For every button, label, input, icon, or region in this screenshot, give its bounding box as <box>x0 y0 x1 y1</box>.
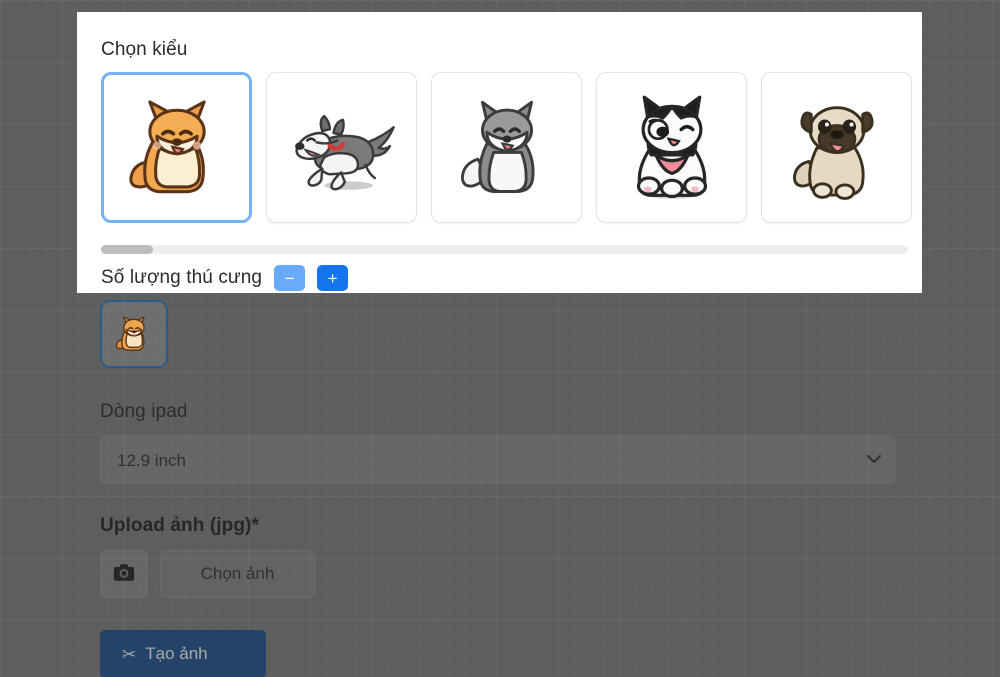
shiba-sitting-icon <box>115 316 145 351</box>
create-image-label: Tạo ảnh <box>145 644 208 663</box>
pug-sitting-icon <box>792 105 874 200</box>
choose-image-button[interactable]: Chọn ảnh <box>160 550 315 598</box>
style-card-strip[interactable] <box>101 72 922 227</box>
ipad-model-label: Dòng ipad <box>100 401 188 422</box>
pet-count-row: Số lượng thú cưng − + <box>101 265 349 291</box>
style-card-shiba-sitting[interactable] <box>101 72 252 223</box>
pet-count-label: Số lượng thú cưng <box>101 267 263 288</box>
style-card-husky-black-white[interactable] <box>596 72 747 223</box>
style-card-pug-sitting[interactable] <box>761 72 912 223</box>
panel-title: Chọn kiểu <box>101 39 188 60</box>
form-fields: Dòng ipad 12.9 inch Upload ảnh (jpg)* Ch… <box>100 300 900 677</box>
selected-pet-thumbnail[interactable] <box>100 300 168 368</box>
scissors-icon: ✂ <box>122 644 137 664</box>
shiba-sitting-icon <box>128 99 206 193</box>
husky-sitting-gray-icon <box>460 100 534 193</box>
selected-pet-thumbnails <box>100 300 900 368</box>
create-image-button[interactable]: ✂ Tạo ảnh <box>100 630 266 677</box>
style-card-husky-sitting-gray[interactable] <box>431 72 582 223</box>
increment-pet-count-button[interactable]: + <box>317 265 349 291</box>
app-root: Dòng ipad 12.9 inch Upload ảnh (jpg)* Ch… <box>0 0 1000 677</box>
husky-black-white-icon <box>636 95 707 199</box>
style-card-husky-running[interactable] <box>266 72 417 223</box>
upload-label: Upload ảnh (jpg)* <box>100 515 259 536</box>
scrollbar-thumb[interactable] <box>101 245 153 254</box>
upload-controls: Chọn ảnh <box>100 550 900 598</box>
ipad-model-select-wrap: 12.9 inch <box>100 436 895 484</box>
ipad-model-select[interactable]: 12.9 inch <box>100 436 895 484</box>
style-strip-scrollbar[interactable] <box>101 245 908 254</box>
husky-running-icon <box>294 114 395 191</box>
style-picker-panel: Chọn kiểu Số lượng thú cưng − + <box>77 12 922 293</box>
camera-button[interactable] <box>100 550 148 598</box>
decrement-pet-count-button[interactable]: − <box>274 265 306 291</box>
camera-icon <box>113 563 135 585</box>
